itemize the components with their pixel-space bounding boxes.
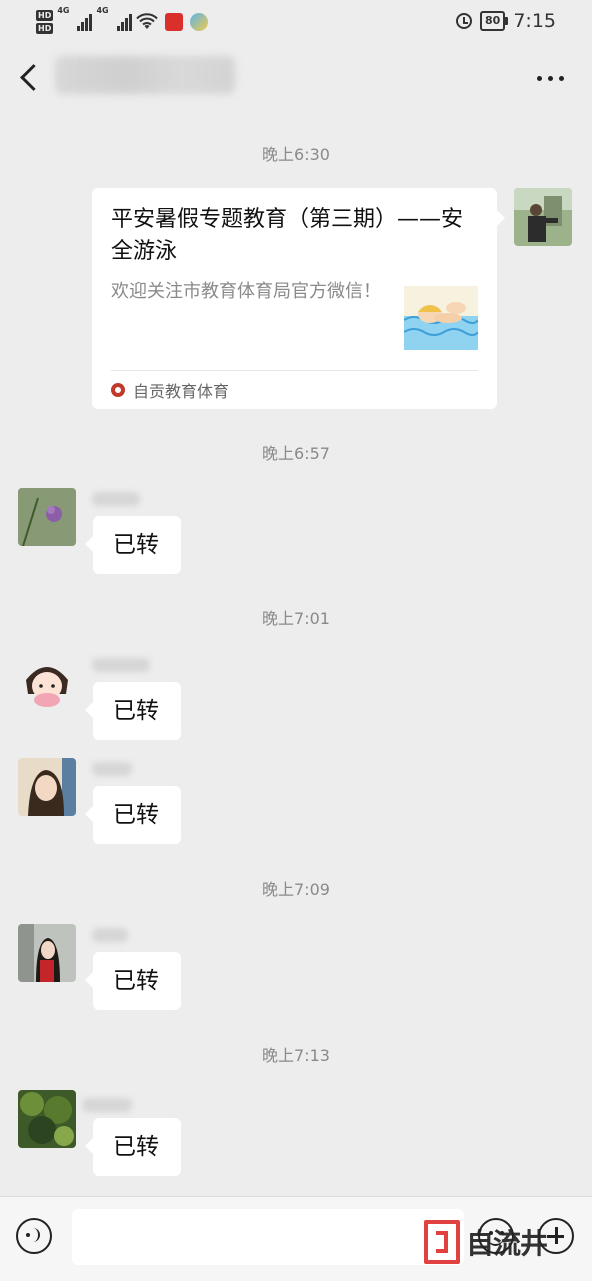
shared-article-card[interactable]: 平安暑假专题教育（第三期）——安全游泳 欢迎关注市教育体育局官方微信！ 自贡教育… bbox=[92, 188, 505, 409]
message-timestamp: 晚上7:13 bbox=[262, 1046, 330, 1065]
wifi-icon bbox=[135, 13, 158, 29]
card-divider bbox=[111, 370, 478, 371]
article-description: 欢迎关注市教育体育局官方微信！ bbox=[111, 281, 381, 302]
status-bar-left: HD HD 4G 4G bbox=[36, 6, 208, 38]
chat-title-redacted bbox=[55, 56, 235, 94]
article-title: 平安暑假专题教育（第三期）——安全游泳 bbox=[111, 207, 464, 264]
my-avatar[interactable] bbox=[514, 188, 572, 246]
voice-icon[interactable] bbox=[16, 1218, 52, 1254]
weather-app-icon bbox=[189, 13, 208, 31]
more-icon[interactable] bbox=[537, 76, 564, 81]
sender-name-redacted bbox=[82, 1098, 132, 1112]
network-type-label: 4G bbox=[96, 6, 109, 15]
hd-indicators: HD HD bbox=[36, 10, 54, 34]
message-bubble[interactable]: 已转 bbox=[85, 952, 181, 1010]
message-bubble[interactable]: 已转 bbox=[85, 786, 181, 844]
message-bubble[interactable]: 已转 bbox=[85, 682, 181, 740]
sender-name-redacted bbox=[92, 762, 132, 776]
status-bar: HD HD 4G 4G 80 7:15 bbox=[0, 0, 592, 44]
message-timestamp: 晚上6:30 bbox=[262, 145, 330, 164]
contact-avatar[interactable] bbox=[18, 924, 76, 982]
sender-name-redacted bbox=[92, 492, 140, 506]
hd-badge: HD bbox=[36, 10, 54, 21]
battery-icon: 80 bbox=[480, 11, 509, 31]
message-timestamp: 晚上7:09 bbox=[262, 880, 330, 899]
message-bubble[interactable]: 已转 bbox=[85, 1118, 181, 1176]
message-input[interactable] bbox=[72, 1209, 464, 1265]
watermark-logo-icon bbox=[424, 1220, 460, 1264]
watermark-text: 自流井 bbox=[466, 1227, 548, 1260]
sender-name-redacted bbox=[92, 658, 150, 672]
chat-header bbox=[0, 44, 592, 110]
message-timestamp: 晚上7:01 bbox=[262, 609, 330, 628]
watermark: 自流井 bbox=[424, 1220, 548, 1264]
alarm-icon bbox=[456, 13, 473, 29]
signal-icon bbox=[116, 13, 132, 31]
back-icon[interactable] bbox=[18, 62, 42, 92]
contact-avatar[interactable] bbox=[18, 654, 76, 712]
sender-name-redacted bbox=[92, 928, 128, 942]
contact-avatar[interactable] bbox=[18, 758, 76, 816]
signal-icon bbox=[77, 13, 93, 31]
news-app-icon bbox=[164, 13, 183, 31]
status-time: 7:15 bbox=[513, 10, 556, 32]
message-bubble[interactable]: 已转 bbox=[85, 516, 181, 574]
source-name: 自贡教育体育 bbox=[133, 382, 230, 401]
contact-avatar[interactable] bbox=[18, 1090, 76, 1148]
contact-avatar[interactable] bbox=[18, 488, 76, 546]
article-thumbnail bbox=[404, 286, 478, 350]
article-source: 自贡教育体育 bbox=[111, 378, 229, 402]
hd-badge: HD bbox=[36, 23, 54, 34]
network-type-label: 4G bbox=[57, 6, 70, 15]
status-bar-right: 80 7:15 bbox=[456, 8, 556, 34]
message-timestamp: 晚上6:57 bbox=[262, 444, 330, 463]
source-logo-icon bbox=[111, 383, 125, 397]
